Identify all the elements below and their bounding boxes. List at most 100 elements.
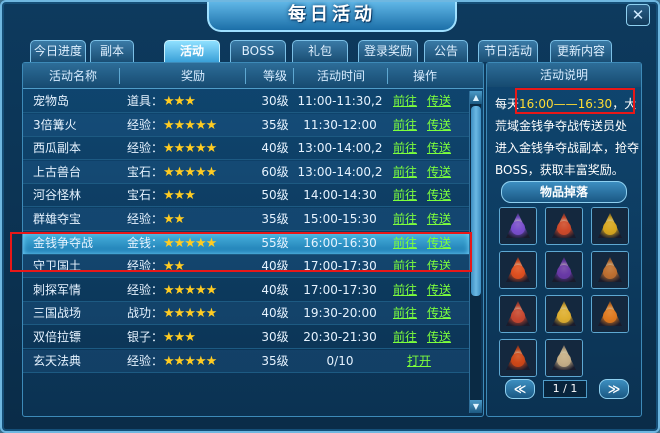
activity-time: 14:00-14:30	[303, 188, 377, 203]
reward-type: 道具：	[127, 94, 164, 108]
teleport-link[interactable]: 传送	[427, 184, 455, 207]
activity-time: 20:30-21:30	[303, 330, 377, 344]
level-requirement: 60级	[261, 164, 289, 179]
table-row[interactable]: 三国战场 战功： ★★★★★ 40级 19:30-20:00 前往 传送	[23, 302, 469, 326]
scroll-down-arrow-icon[interactable]: ▼	[470, 400, 482, 413]
table-row[interactable]: 玄天法典 经验： ★★★★★ 35级 0/10 打开	[23, 349, 469, 373]
tab-boss[interactable]: BOSS	[230, 40, 286, 62]
go-link[interactable]: 前往	[393, 137, 421, 160]
reward-type: 战功：	[127, 306, 164, 321]
table-row[interactable]: 河谷怪林 宝石： ★★★ 50级 14:00-14:30 前往 传送	[23, 184, 469, 208]
red-envelope-icon[interactable]	[545, 207, 583, 245]
star-rating-icon: ★★★	[163, 94, 196, 109]
header-name: 活动名称	[48, 69, 97, 83]
reward-type: 宝石：	[127, 188, 164, 203]
level-requirement: 40级	[261, 282, 289, 297]
description-header: 活动说明	[487, 63, 641, 87]
level-requirement: 35级	[261, 353, 289, 368]
table-row[interactable]: 宠物岛 道具： ★★★ 30级 11:00-11:30,2 前往 传送	[23, 90, 469, 113]
teleport-link[interactable]: 传送	[427, 137, 455, 160]
table-row[interactable]: 3倍篝火 经验： ★★★★★ 35级 11:30-12:00 前往 传送	[23, 113, 469, 137]
hammer-icon[interactable]	[591, 251, 629, 289]
tab-today-progress[interactable]: 今日进度	[30, 40, 86, 62]
level-requirement: 35级	[261, 117, 289, 132]
table-row[interactable]: 群雄夺宝 经验： ★★ 35级 15:00-15:30 前往 传送	[23, 208, 469, 231]
activity-time: 11:30-12:00	[303, 117, 377, 132]
go-link[interactable]: 前往	[393, 161, 421, 184]
item-drops-grid	[499, 207, 635, 387]
table-row[interactable]: 上古兽台 宝石： ★★★★★ 60级 13:00-14:00,2 前往 传送	[23, 160, 469, 184]
teleport-link[interactable]: 传送	[427, 208, 455, 231]
table-row[interactable]: 西瓜副本 经验： ★★★★★ 40级 13:00-14:00,2 前往 传送	[23, 137, 469, 161]
teleport-link[interactable]: 传送	[427, 161, 455, 184]
scroll-up-arrow-icon[interactable]: ▲	[470, 91, 482, 104]
table-row[interactable]: 刺探军情 经验： ★★★★★ 40级 17:00-17:30 前往 传送	[23, 279, 469, 302]
level-requirement: 30级	[261, 330, 289, 344]
activity-time: 11:00-11:30,2	[297, 94, 383, 108]
tab-gift[interactable]: 礼包	[292, 40, 348, 62]
go-link[interactable]: 前往	[393, 208, 421, 231]
go-link[interactable]: 前往	[393, 90, 421, 113]
activity-name: 3倍篝火	[33, 117, 77, 132]
dark-dagger-icon[interactable]	[545, 251, 583, 289]
reward-type: 经验：	[127, 141, 164, 156]
purple-scroll-icon[interactable]	[499, 207, 537, 245]
tab-login-reward[interactable]: 登录奖励	[358, 40, 418, 62]
star-rating-icon: ★★★★★	[163, 117, 217, 133]
desc-body: 域金钱争夺战传送员处进入金钱争夺战副本，抢夺BOSS，获取丰富奖励。	[495, 119, 640, 177]
sun-orb-icon[interactable]	[591, 295, 629, 333]
header-action: 操作	[412, 69, 437, 83]
level-requirement: 35级	[261, 212, 289, 226]
go-link[interactable]: 前往	[393, 114, 421, 137]
teleport-link[interactable]: 传送	[427, 302, 455, 325]
window-title: 每日活动	[207, 2, 457, 32]
header-reward: 奖励	[180, 69, 205, 83]
item-drops-header: 物品掉落	[501, 181, 627, 203]
teleport-link[interactable]: 传送	[427, 326, 455, 349]
scroll-thumb[interactable]	[471, 106, 481, 296]
star-rating-icon: ★★★★★	[163, 141, 217, 157]
selected-row-highlight	[10, 232, 472, 272]
star-rating-icon: ★★★★★	[163, 282, 217, 298]
teleport-link[interactable]: 传送	[427, 114, 455, 137]
daily-activity-window: 每日活动 ✕ 今日进度 副本 活动 BOSS 礼包 登录奖励 公告 节日活动 更…	[0, 0, 660, 433]
activity-name: 西瓜副本	[33, 141, 82, 156]
gold-shield-icon[interactable]	[591, 207, 629, 245]
reward-type: 经验：	[127, 353, 164, 368]
prev-page-button[interactable]: ≪	[505, 379, 535, 399]
tab-festival[interactable]: 节日活动	[478, 40, 538, 62]
star-rating-icon: ★★	[163, 212, 185, 227]
open-link[interactable]: 打开	[407, 350, 439, 373]
paper-scroll-icon[interactable]	[545, 339, 583, 377]
fire-axe-icon[interactable]	[499, 251, 537, 289]
close-button[interactable]: ✕	[626, 4, 650, 26]
reward-type: 经验：	[127, 117, 164, 132]
activity-name: 上古兽台	[33, 164, 82, 179]
header-divider	[293, 68, 294, 84]
level-requirement: 40级	[261, 141, 289, 156]
header-divider	[245, 68, 246, 84]
desc-time-highlight	[515, 88, 635, 114]
star-rating-icon: ★★★★★	[163, 353, 217, 369]
feather-red-icon[interactable]	[499, 295, 537, 333]
gold-feather-icon[interactable]	[545, 295, 583, 333]
activity-time: 13:00-14:00,2	[297, 141, 383, 156]
fire-orb-icon[interactable]	[499, 339, 537, 377]
tab-update[interactable]: 更新内容	[550, 40, 612, 62]
level-requirement: 50级	[261, 188, 289, 203]
activity-time: 0/10	[326, 353, 354, 368]
go-link[interactable]: 前往	[393, 326, 421, 349]
activity-name: 刺探军情	[33, 282, 82, 297]
level-requirement: 30级	[261, 94, 289, 108]
teleport-link[interactable]: 传送	[427, 90, 455, 113]
tab-activity[interactable]: 活动	[164, 40, 220, 62]
reward-type: 经验：	[127, 212, 164, 226]
table-row[interactable]: 双倍拉镖 银子： ★★★ 30级 20:30-21:30 前往 传送	[23, 326, 469, 349]
go-link[interactable]: 前往	[393, 184, 421, 207]
tab-announcement[interactable]: 公告	[424, 40, 468, 62]
teleport-link[interactable]: 传送	[427, 279, 455, 302]
tab-dungeon[interactable]: 副本	[90, 40, 134, 62]
go-link[interactable]: 前往	[393, 279, 421, 302]
go-link[interactable]: 前往	[393, 302, 421, 325]
next-page-button[interactable]: ≫	[599, 379, 629, 399]
